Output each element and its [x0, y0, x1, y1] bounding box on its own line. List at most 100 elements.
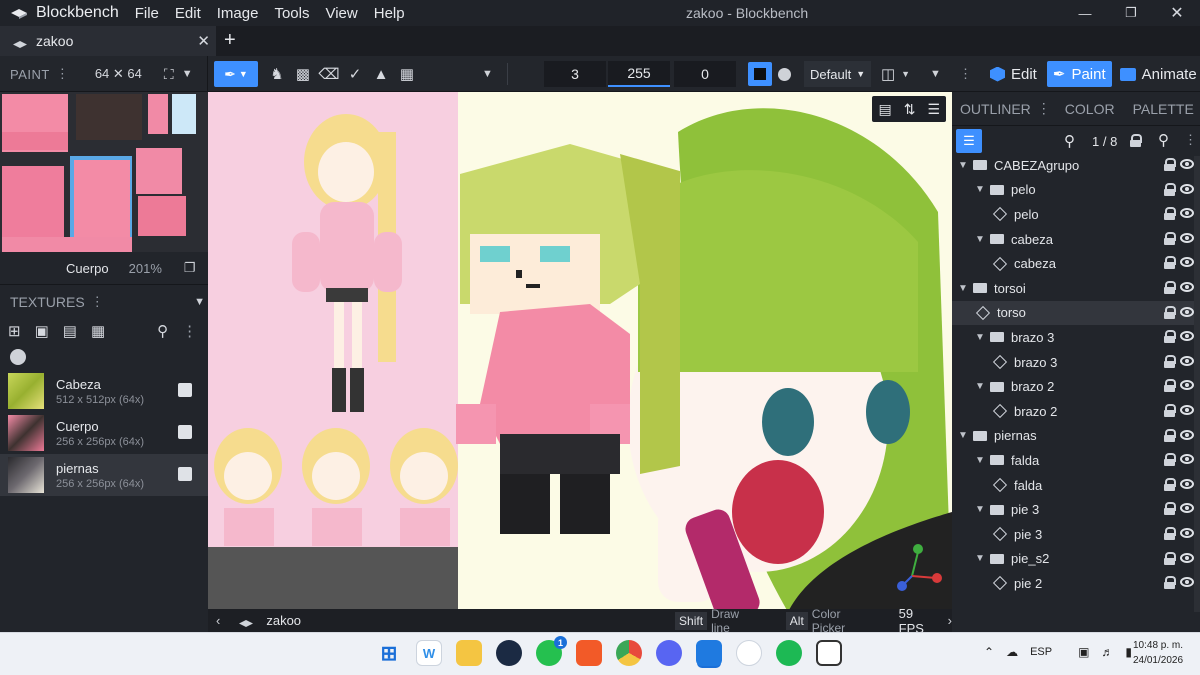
expand-arrow-icon[interactable]: ▼ — [973, 234, 987, 245]
mode-paint[interactable]: ✒ Paint — [1046, 61, 1112, 87]
gradient-tool-icon[interactable]: ▦ — [394, 61, 420, 87]
outliner-cube-brazo-2[interactable]: brazo 2 — [952, 399, 1200, 424]
steam-icon[interactable] — [496, 640, 522, 666]
lock-icon[interactable] — [1164, 453, 1176, 467]
lock-icon[interactable] — [1164, 403, 1176, 417]
outliner-group-brazo-2[interactable]: ▼ brazo 2 — [952, 374, 1200, 399]
expand-arrow-icon[interactable]: ▼ — [973, 553, 987, 564]
outliner-menu-icon[interactable]: ⋮ — [1037, 100, 1051, 117]
tab-palette[interactable]: PALETTE — [1133, 101, 1194, 117]
menu-view[interactable]: View — [325, 5, 357, 22]
maximize-button[interactable]: ❐ — [1108, 5, 1154, 21]
eraser-tool-icon[interactable]: ⌫ — [316, 61, 342, 87]
outliner-cube-falda[interactable]: falda — [952, 473, 1200, 498]
visibility-eye-icon[interactable] — [1180, 454, 1194, 465]
import-texture-icon[interactable]: ⊞ — [8, 322, 21, 340]
color-picker-icon[interactable]: ✓ — [342, 61, 368, 87]
lock-icon[interactable] — [1130, 134, 1142, 147]
outliner-group-brazo-3[interactable]: ▼ brazo 3 — [952, 325, 1200, 350]
visibility-eye-icon[interactable] — [1180, 281, 1194, 292]
mirror-painting-icon[interactable]: ◫ — [875, 61, 901, 87]
visibility-eye-icon[interactable] — [1180, 331, 1194, 342]
outliner-group-cabeza[interactable]: ▼ cabeza — [952, 227, 1200, 252]
texture-item-piernas[interactable]: piernas 256 x 256px (64x) — [0, 454, 208, 496]
volume-icon[interactable]: ♬ — [1101, 645, 1113, 659]
viewport-menu-icon[interactable]: ☰ — [927, 101, 940, 118]
outliner-cube-pelo[interactable]: pelo — [952, 202, 1200, 227]
background-image-icon[interactable]: ▤ — [878, 101, 891, 118]
lock-icon[interactable] — [1164, 502, 1176, 516]
visibility-eye-icon[interactable] — [1180, 232, 1194, 243]
lock-icon[interactable] — [1164, 231, 1176, 245]
visibility-eye-icon[interactable] — [1180, 404, 1194, 415]
uv-editor[interactable] — [0, 92, 208, 252]
expand-arrow-icon[interactable]: ▼ — [973, 332, 987, 343]
sort-view-icon[interactable]: ⇅ — [904, 101, 916, 118]
outliner-toggle-button[interactable]: ☰ — [956, 129, 982, 153]
visibility-eye-icon[interactable] — [1180, 306, 1194, 317]
tray-overflow-icon[interactable]: ⌃ — [984, 645, 994, 659]
outliner-group-pelo[interactable]: ▼ pelo — [952, 178, 1200, 203]
save-texture-icon[interactable] — [178, 467, 192, 481]
visibility-eye-icon[interactable] — [1180, 208, 1194, 219]
expand-arrow-icon[interactable]: ▼ — [973, 455, 987, 466]
visibility-eye-icon[interactable] — [1180, 159, 1194, 169]
fullscreen-uv-icon[interactable]: ⛶ — [164, 66, 174, 83]
spotify-icon[interactable] — [776, 640, 802, 666]
visibility-eye-icon[interactable] — [1180, 257, 1194, 268]
outliner-cube-pie-3[interactable]: pie 3 — [952, 522, 1200, 547]
lock-icon[interactable] — [1164, 477, 1176, 491]
collapse-textures-icon[interactable]: ▼ — [194, 296, 205, 308]
outliner-cube-brazo-3[interactable]: brazo 3 — [952, 350, 1200, 375]
outliner-scrollbar[interactable] — [1194, 156, 1200, 612]
lock-icon[interactable] — [1164, 305, 1176, 319]
lock-icon[interactable] — [1164, 428, 1176, 442]
texture-atlas-icon[interactable]: ▦ — [91, 322, 105, 340]
mode-animate[interactable]: Animate — [1114, 61, 1200, 87]
tab-outliner[interactable]: OUTLINER — [960, 101, 1031, 117]
extra-dropdown-icon[interactable]: ▼ — [930, 68, 941, 80]
visibility-eye-icon[interactable] — [1180, 429, 1194, 440]
uv-copy-icon[interactable]: ❐ — [184, 260, 196, 276]
search-textures-icon[interactable]: ⚲ — [157, 322, 168, 340]
outliner-search-icon[interactable]: ⚲ — [1064, 132, 1075, 150]
close-window-button[interactable]: ✕ — [1154, 3, 1200, 23]
menu-edit[interactable]: Edit — [175, 5, 201, 22]
lock-icon[interactable] — [1164, 256, 1176, 270]
key-icon[interactable]: ⚲ — [1158, 131, 1169, 149]
lock-icon[interactable] — [1164, 280, 1176, 294]
lock-icon[interactable] — [1164, 379, 1176, 393]
toolbar-menu-icon[interactable]: ⋮ — [959, 66, 972, 82]
outliner-cube-torso[interactable]: torso — [952, 300, 1200, 326]
brush-tool-button[interactable]: ✒ ▼ — [214, 61, 258, 87]
expand-arrow-icon[interactable]: ▼ — [956, 160, 970, 171]
lock-icon[interactable] — [1164, 158, 1176, 171]
game-app-icon[interactable] — [736, 640, 762, 666]
visibility-eye-icon[interactable] — [1180, 380, 1194, 391]
outliner-group-falda[interactable]: ▼ falda — [952, 448, 1200, 473]
visibility-eye-icon[interactable] — [1180, 478, 1194, 489]
new-tab-button[interactable]: + — [224, 29, 236, 52]
model-minecraft-character[interactable] — [440, 134, 690, 594]
outliner-group-cabezagrupo[interactable]: ▼ CABEZAgrupo — [952, 153, 1200, 178]
textures-menu-icon[interactable]: ⋮ — [91, 294, 104, 310]
save-texture-icon[interactable] — [178, 383, 192, 397]
expand-arrow-icon[interactable]: ▼ — [973, 504, 987, 515]
lock-icon[interactable] — [1164, 576, 1176, 590]
menu-help[interactable]: Help — [374, 5, 405, 22]
softness-field[interactable]: 0 — [674, 61, 736, 87]
expand-arrow-icon[interactable]: ▼ — [973, 184, 987, 195]
create-texture-icon[interactable]: ▣ — [35, 322, 49, 340]
visibility-eye-icon[interactable] — [1180, 503, 1194, 514]
language-indicator[interactable]: ESP — [1030, 646, 1052, 658]
minimize-button[interactable]: — — [1062, 6, 1108, 21]
square-brush-button[interactable] — [748, 62, 772, 86]
outliner-cube-cabeza[interactable]: cabeza — [952, 251, 1200, 276]
visibility-eye-icon[interactable] — [1180, 183, 1194, 194]
blend-mode-select[interactable]: Default ▼ — [804, 61, 872, 87]
texture-item-cuerpo[interactable]: Cuerpo 256 x 256px (64x) — [0, 412, 208, 454]
panel-menu-icon[interactable]: ⋮ — [56, 66, 69, 82]
stamp-tool-icon[interactable]: ♞ — [264, 61, 290, 87]
clock[interactable]: 10:48 p. m. 24/01/2026 — [1126, 638, 1190, 668]
outliner-options-icon[interactable]: ⋮ — [1184, 132, 1197, 148]
